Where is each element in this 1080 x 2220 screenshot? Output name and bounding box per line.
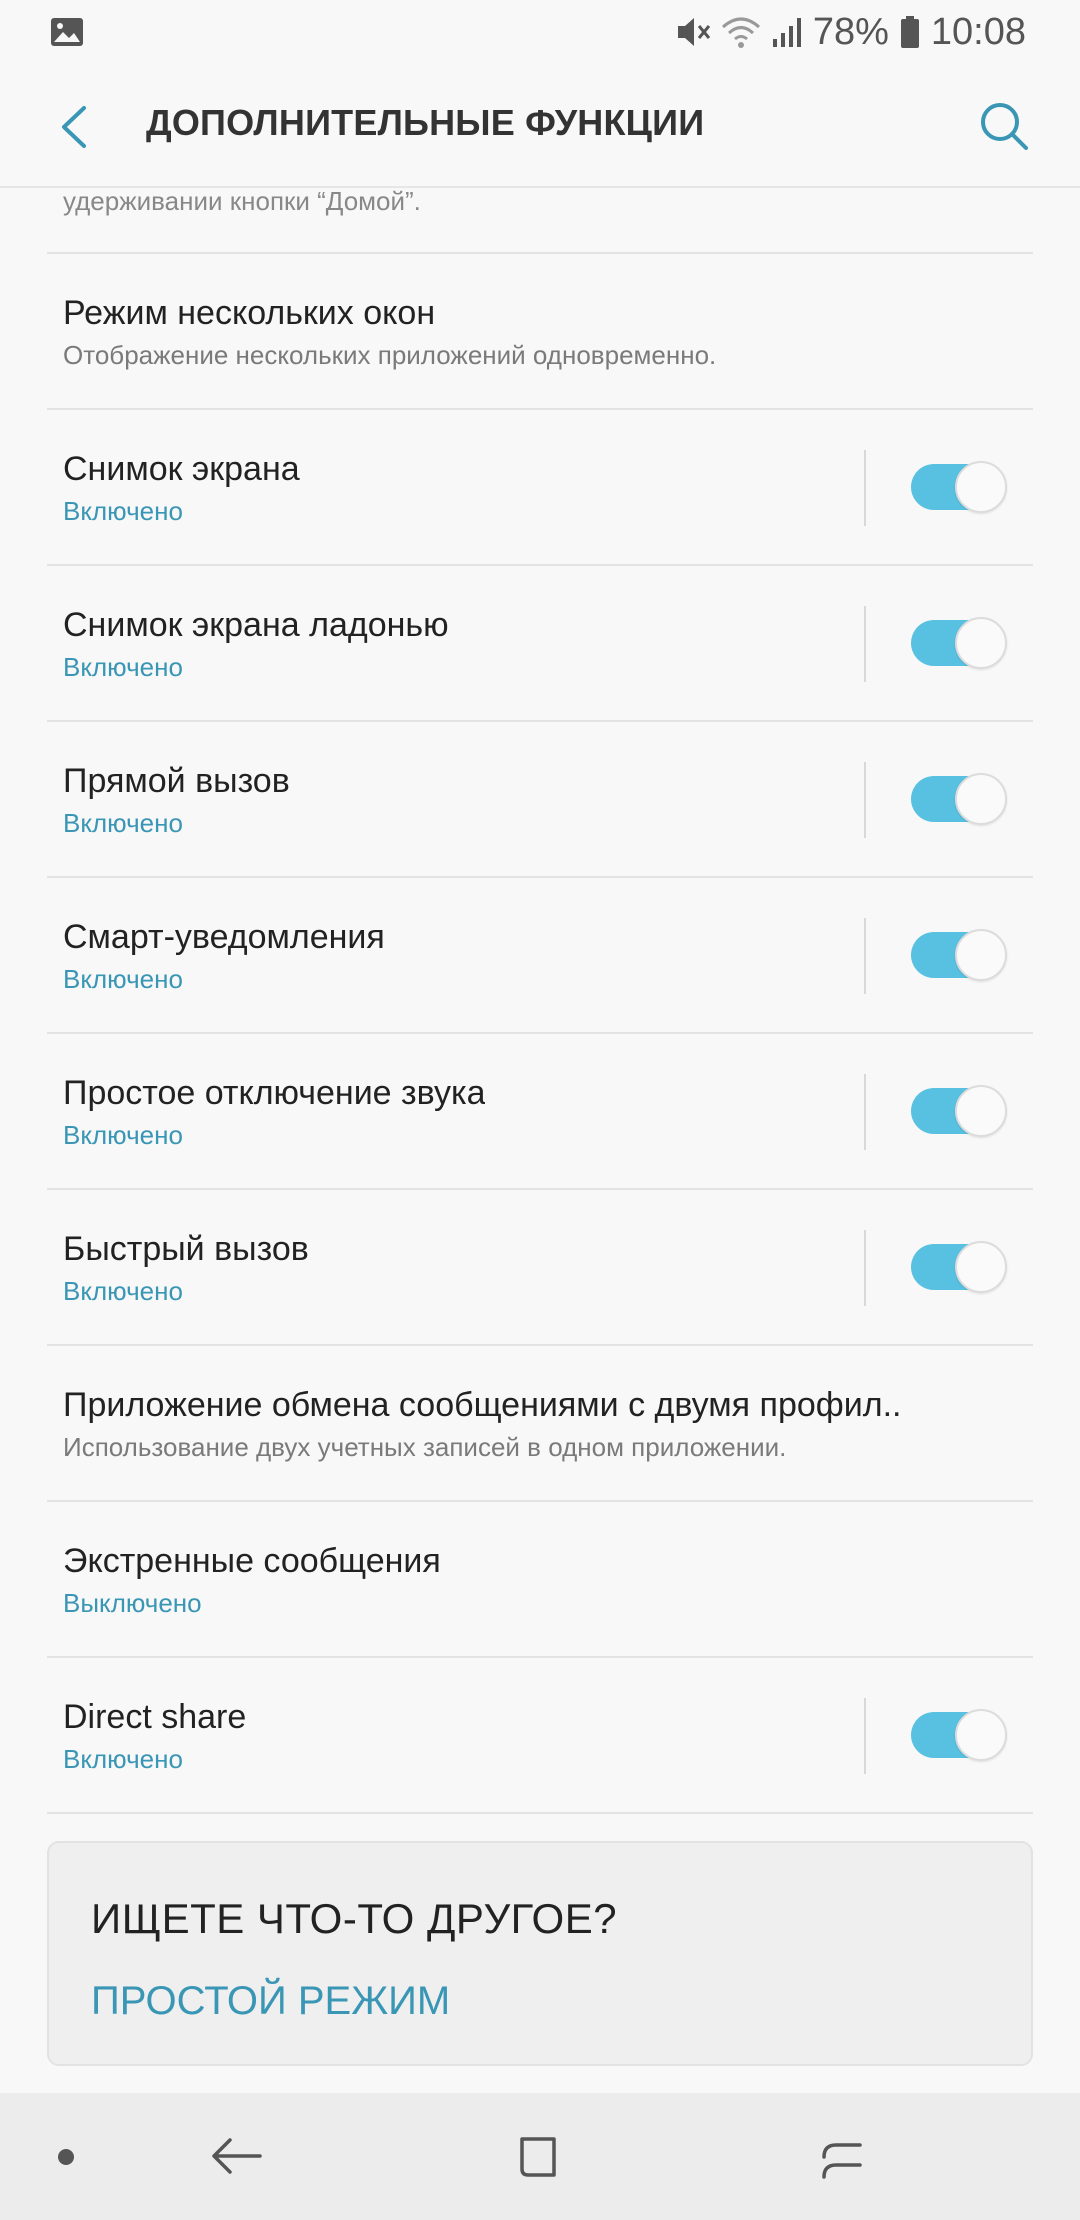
app-bar: ДОПОЛНИТЕЛЬНЫЕ ФУНКЦИИ bbox=[0, 64, 1080, 188]
vertical-separator bbox=[864, 606, 866, 682]
setting-sos-messages[interactable]: Экстренные сообщения Выключено bbox=[0, 1502, 1080, 1656]
setting-status: Включено bbox=[63, 964, 183, 994]
vertical-separator bbox=[864, 762, 866, 838]
setting-direct-call[interactable]: Прямой вызов Включено bbox=[0, 722, 1080, 876]
setting-title: Экстренные сообщения bbox=[63, 1542, 441, 1580]
clock: 10:08 bbox=[930, 10, 1026, 53]
setting-subtitle: Отображение нескольких приложений одновр… bbox=[63, 340, 717, 370]
vertical-separator bbox=[864, 918, 866, 994]
recents-icon[interactable] bbox=[818, 2131, 866, 2183]
setting-title: Снимок экрана bbox=[63, 450, 300, 488]
setting-smart-alert[interactable]: Смарт-уведомления Включено bbox=[0, 878, 1080, 1032]
vertical-separator bbox=[864, 1698, 866, 1774]
dot-icon bbox=[58, 2149, 74, 2165]
setting-multi-window[interactable]: Режим нескольких окон Отображение нескол… bbox=[0, 254, 1080, 408]
setting-title: Снимок экрана ладонью bbox=[63, 606, 449, 644]
setting-status: Включено bbox=[63, 808, 183, 838]
gallery-icon bbox=[51, 18, 83, 46]
clipped-subtitle: удерживании кнопки “Домой”. bbox=[63, 188, 421, 216]
setting-status: Выключено bbox=[63, 1588, 202, 1618]
back-arrow-icon[interactable] bbox=[50, 100, 100, 154]
setting-status: Включено bbox=[63, 1276, 183, 1306]
setting-status: Включено bbox=[63, 496, 183, 526]
setting-quick-call[interactable]: Быстрый вызов Включено bbox=[0, 1190, 1080, 1344]
setting-subtitle: Использование двух учетных записей в одн… bbox=[63, 1432, 787, 1462]
vertical-separator bbox=[864, 450, 866, 526]
status-left bbox=[50, 17, 84, 47]
clipped-previous-item: удерживании кнопки “Домой”. bbox=[0, 188, 1080, 252]
setting-direct-share[interactable]: Direct share Включено bbox=[0, 1658, 1080, 1812]
direct-share-toggle[interactable] bbox=[911, 1707, 1009, 1763]
setting-status: Включено bbox=[63, 652, 183, 682]
setting-status: Включено bbox=[63, 1120, 183, 1150]
easy-mode-link[interactable]: ПРОСТОЙ РЕЖИМ bbox=[91, 1979, 450, 2024]
smart-alert-toggle[interactable] bbox=[911, 927, 1009, 983]
page-title: ДОПОЛНИТЕЛЬНЫЕ ФУНКЦИИ bbox=[146, 102, 705, 143]
setting-title: Прямой вызов bbox=[63, 762, 290, 800]
status-right: 78% 10:08 bbox=[675, 11, 1026, 54]
setting-easy-mute[interactable]: Простое отключение звука Включено bbox=[0, 1034, 1080, 1188]
settings-list: удерживании кнопки “Домой”. Режим нескол… bbox=[0, 188, 1080, 1814]
mute-icon bbox=[677, 18, 710, 46]
screenshot-toggle[interactable] bbox=[911, 459, 1009, 515]
divider bbox=[47, 1812, 1033, 1814]
setting-title: Простое отключение звука bbox=[63, 1074, 486, 1112]
setting-screenshot[interactable]: Снимок экрана Включено bbox=[0, 410, 1080, 564]
looking-for-something-card: ИЩЕТЕ ЧТО-ТО ДРУГОЕ? ПРОСТОЙ РЕЖИМ bbox=[47, 1841, 1033, 2066]
home-icon[interactable] bbox=[514, 2131, 562, 2183]
vertical-separator bbox=[864, 1074, 866, 1150]
setting-dual-messenger[interactable]: Приложение обмена сообщениями с двумя пр… bbox=[0, 1346, 1080, 1500]
setting-title: Смарт-уведомления bbox=[63, 918, 385, 956]
back-icon[interactable] bbox=[208, 2131, 264, 2181]
quick-call-toggle[interactable] bbox=[911, 1239, 1009, 1295]
setting-title: Режим нескольких окон bbox=[63, 294, 436, 332]
setting-title: Быстрый вызов bbox=[63, 1230, 309, 1268]
setting-palm-swipe[interactable]: Снимок экрана ладонью Включено bbox=[0, 566, 1080, 720]
wifi-icon bbox=[721, 17, 760, 48]
navigation-bar bbox=[0, 2093, 1080, 2220]
palm-swipe-toggle[interactable] bbox=[911, 615, 1009, 671]
easy-mute-toggle[interactable] bbox=[911, 1083, 1009, 1139]
card-title: ИЩЕТЕ ЧТО-ТО ДРУГОЕ? bbox=[91, 1895, 618, 1942]
search-icon[interactable] bbox=[976, 98, 1032, 154]
direct-call-toggle[interactable] bbox=[911, 771, 1009, 827]
battery-percent: 78% bbox=[812, 10, 889, 53]
setting-title: Приложение обмена сообщениями с двумя пр… bbox=[63, 1386, 902, 1424]
battery-icon bbox=[900, 16, 919, 48]
setting-title: Direct share bbox=[63, 1698, 247, 1736]
vertical-separator bbox=[864, 1230, 866, 1306]
setting-status: Включено bbox=[63, 1744, 183, 1774]
signal-icon bbox=[772, 18, 801, 47]
status-bar: 78% 10:08 bbox=[0, 0, 1080, 64]
